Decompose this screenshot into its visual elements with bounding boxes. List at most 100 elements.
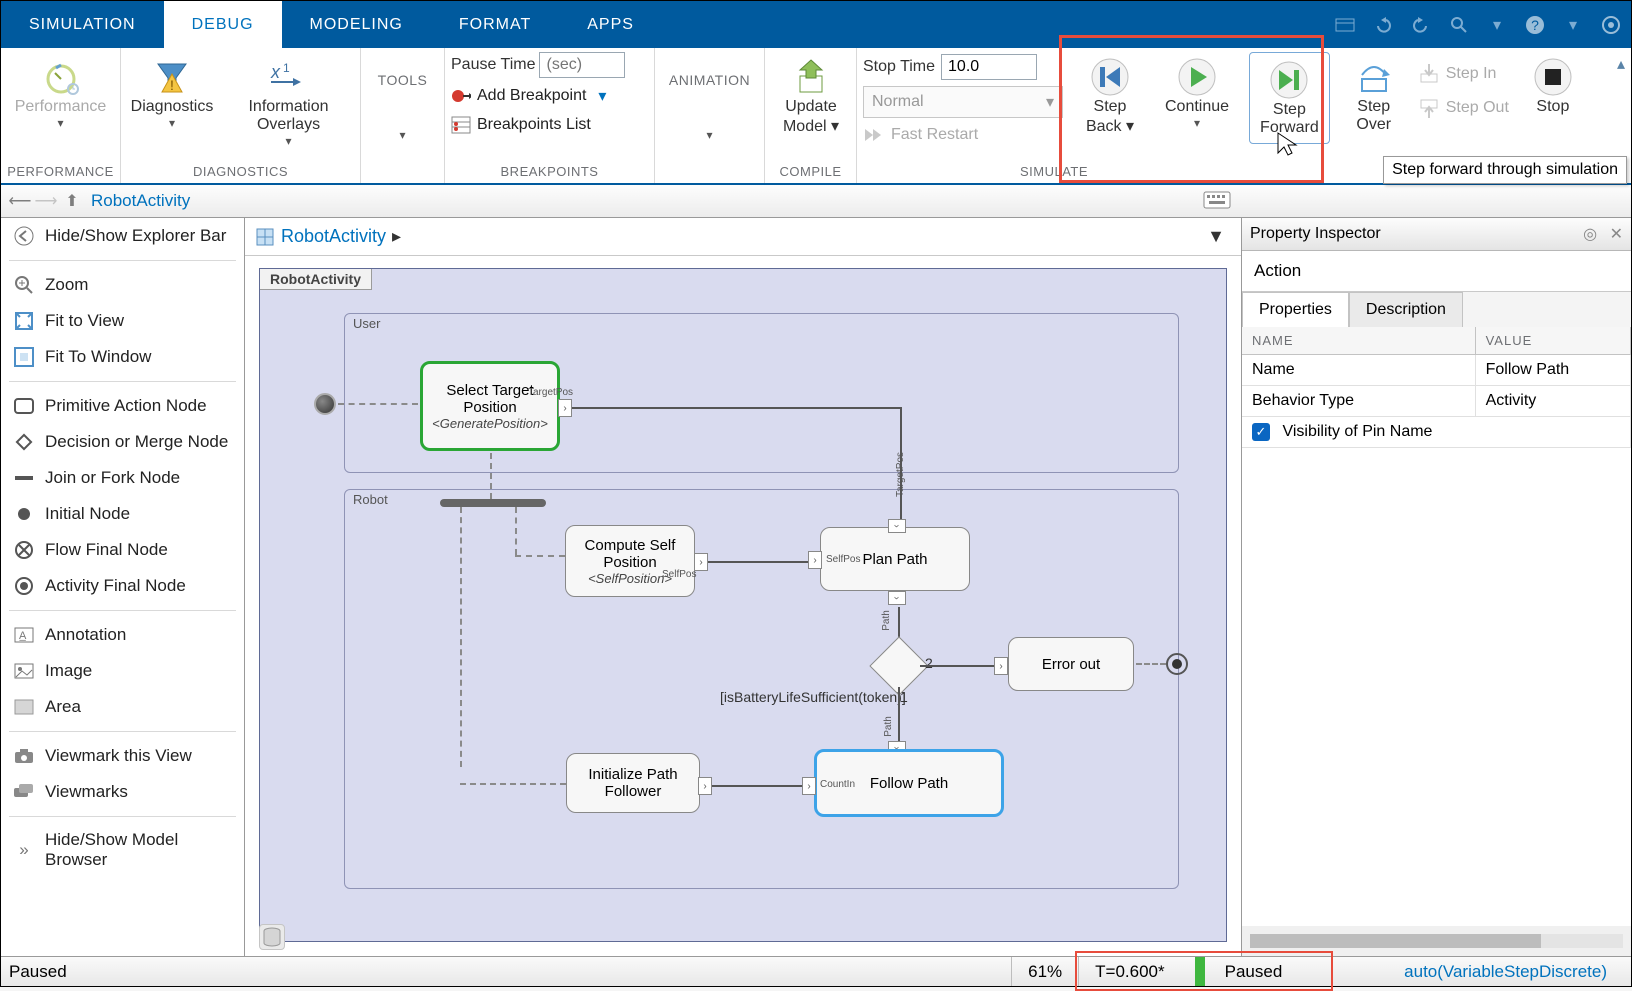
fork-node-button[interactable]: Join or Fork Node — [1, 460, 244, 496]
status-indicator-icon — [1195, 957, 1205, 986]
target-icon[interactable] — [1599, 13, 1623, 37]
pause-time-input[interactable] — [539, 52, 625, 78]
fast-restart-button[interactable]: Fast Restart — [863, 124, 1063, 146]
data-store-icon[interactable] — [259, 924, 285, 950]
collapse-ribbon-icon[interactable]: ▴ — [1617, 54, 1625, 74]
initial-node-button[interactable]: Initial Node — [1, 496, 244, 532]
step-back-label: StepBack ▾ — [1086, 98, 1134, 136]
step-over-button[interactable]: StepOver — [1342, 52, 1406, 138]
tab-description[interactable]: Description — [1349, 292, 1463, 327]
fit-to-view-button[interactable]: Fit to View — [1, 303, 244, 339]
tab-simulation[interactable]: SIMULATION — [1, 1, 164, 48]
help-icon[interactable]: ? — [1523, 13, 1547, 37]
hide-explorer-button[interactable]: Hide/Show Explorer Bar — [1, 218, 244, 254]
decision-node-button[interactable]: Decision or Merge Node — [1, 424, 244, 460]
breakpoints-list-button[interactable]: Breakpoints List — [451, 114, 591, 136]
pin-init-out[interactable] — [698, 777, 712, 795]
node-error-out[interactable]: Error out — [1008, 637, 1134, 691]
undo-icon[interactable] — [1371, 13, 1395, 37]
annotation-button[interactable]: A̲ Annotation — [1, 617, 244, 653]
close-panel-icon[interactable]: ✕ — [1610, 226, 1623, 243]
pin-targetpos-out[interactable] — [558, 399, 572, 417]
node-select-target[interactable]: Select Target Position <GeneratePosition… — [420, 361, 560, 451]
property-inspector: Property Inspector ◎ ✕ Action Properties… — [1241, 218, 1631, 956]
tools-dropdown[interactable]: TOOLS ▾ — [370, 68, 436, 146]
pin-follow-countin[interactable] — [802, 777, 816, 795]
tab-apps[interactable]: APPS — [559, 1, 662, 48]
nav-forward-icon[interactable]: ⟶ — [33, 188, 59, 214]
nav-up-icon[interactable]: ⬆ — [59, 188, 85, 214]
activity-canvas[interactable]: RobotActivity User Robot Select Target P… — [259, 268, 1227, 942]
table-row[interactable]: Behavior Type Activity — [1242, 386, 1631, 417]
stop-button[interactable]: Stop — [1521, 52, 1585, 120]
initial-node[interactable] — [314, 393, 336, 415]
node-compute-self[interactable]: Compute Self Position <SelfPosition> — [565, 525, 695, 597]
add-breakpoint-button[interactable]: Add Breakpoint ▾ — [451, 84, 606, 108]
checkbox-checked-icon[interactable]: ✓ — [1252, 423, 1270, 441]
tab-modeling[interactable]: MODELING — [282, 1, 431, 48]
activity-final-node[interactable] — [1166, 653, 1188, 675]
chevron-down-icon[interactable]: ▾ — [1561, 13, 1585, 37]
model-browser-button[interactable]: » Hide/Show Model Browser — [1, 823, 244, 877]
shortcuts-icon[interactable] — [1333, 13, 1357, 37]
breakpoints-list-label: Breakpoints List — [477, 116, 591, 134]
keyboard-icon[interactable] — [1203, 191, 1231, 214]
pin-error-in[interactable] — [994, 657, 1008, 675]
breadcrumb[interactable]: RobotActivity ▸ ▼ — [245, 218, 1241, 256]
chevron-down-icon[interactable]: ▾ — [1485, 13, 1509, 37]
fit-to-window-button[interactable]: Fit To Window — [1, 339, 244, 375]
image-button[interactable]: Image — [1, 653, 244, 689]
area-button[interactable]: Area — [1, 689, 244, 725]
redo-icon[interactable] — [1409, 13, 1433, 37]
svg-text:?: ? — [1531, 17, 1539, 33]
pin-plan-selfpos-in[interactable] — [808, 551, 822, 569]
continue-button[interactable]: Continue ▾ — [1157, 52, 1237, 134]
step-in-button[interactable]: Step In — [1418, 62, 1509, 86]
status-percent: 61% — [1011, 957, 1078, 986]
pin-plan-path-out[interactable] — [888, 591, 906, 605]
step-out-button[interactable]: Step Out — [1418, 96, 1509, 120]
sim-mode-dropdown[interactable]: Normal ▾ — [863, 86, 1063, 118]
chevron-down-icon: ▾ — [1194, 116, 1200, 130]
search-icon[interactable] — [1447, 13, 1471, 37]
fork-node[interactable] — [440, 499, 546, 507]
zoom-icon — [13, 274, 35, 296]
status-solver[interactable]: auto(VariableStepDiscrete) — [1388, 957, 1623, 986]
status-sim: Paused — [1225, 962, 1283, 982]
step-back-button[interactable]: StepBack ▾ — [1075, 52, 1145, 140]
node-init-follower[interactable]: Initialize Path Follower — [566, 753, 700, 813]
status-bar: Paused 61% T=0.600* Paused auto(Variable… — [1, 956, 1631, 986]
explorer-bar: Hide/Show Explorer Bar Zoom Fit to View … — [1, 218, 245, 956]
diagnostics-button[interactable]: ! Diagnostics ▾ — [127, 52, 217, 134]
info-overlays-button[interactable]: x1 Information Overlays ▾ — [223, 52, 354, 152]
flow-final-button[interactable]: Flow Final Node — [1, 532, 244, 568]
pin-plan-in-label: SelfPos — [826, 554, 860, 565]
pin-plan-targetpos-in[interactable] — [888, 519, 906, 533]
image-icon — [13, 660, 35, 682]
step-forward-button[interactable]: StepForward — [1252, 55, 1327, 141]
tab-format[interactable]: FORMAT — [431, 1, 559, 48]
edge — [515, 555, 565, 557]
horizontal-scrollbar[interactable] — [1250, 934, 1623, 948]
nav-back-icon[interactable]: ⟵ — [7, 188, 33, 214]
tab-properties[interactable]: Properties — [1242, 292, 1349, 327]
group-compile: COMPILE — [771, 162, 850, 183]
tab-debug[interactable]: DEBUG — [164, 1, 282, 48]
model-icon — [255, 227, 275, 247]
pin-follow-top-label: Path — [883, 716, 894, 737]
table-row[interactable]: Name Follow Path — [1242, 355, 1631, 386]
table-row[interactable]: ✓ Visibility of Pin Name — [1242, 417, 1631, 448]
update-model-button[interactable]: UpdateModel ▾ — [771, 52, 851, 140]
model-navbar: ⟵ ⟶ ⬆ RobotActivity — [1, 185, 1631, 218]
animation-dropdown[interactable]: ANIMATION ▾ — [661, 68, 758, 146]
activity-final-button[interactable]: Activity Final Node — [1, 568, 244, 604]
pin-panel-icon[interactable]: ◎ — [1583, 226, 1597, 243]
viewmark-this-button[interactable]: Viewmark this View — [1, 738, 244, 774]
chevron-down-icon[interactable]: ▼ — [1207, 226, 1225, 247]
performance-button[interactable]: Performance ▾ — [7, 52, 114, 134]
stop-time-input[interactable] — [941, 54, 1037, 80]
zoom-button[interactable]: Zoom — [1, 267, 244, 303]
viewmarks-button[interactable]: Viewmarks — [1, 774, 244, 810]
inspector-title: Property Inspector — [1250, 225, 1381, 243]
primitive-node-button[interactable]: Primitive Action Node — [1, 388, 244, 424]
